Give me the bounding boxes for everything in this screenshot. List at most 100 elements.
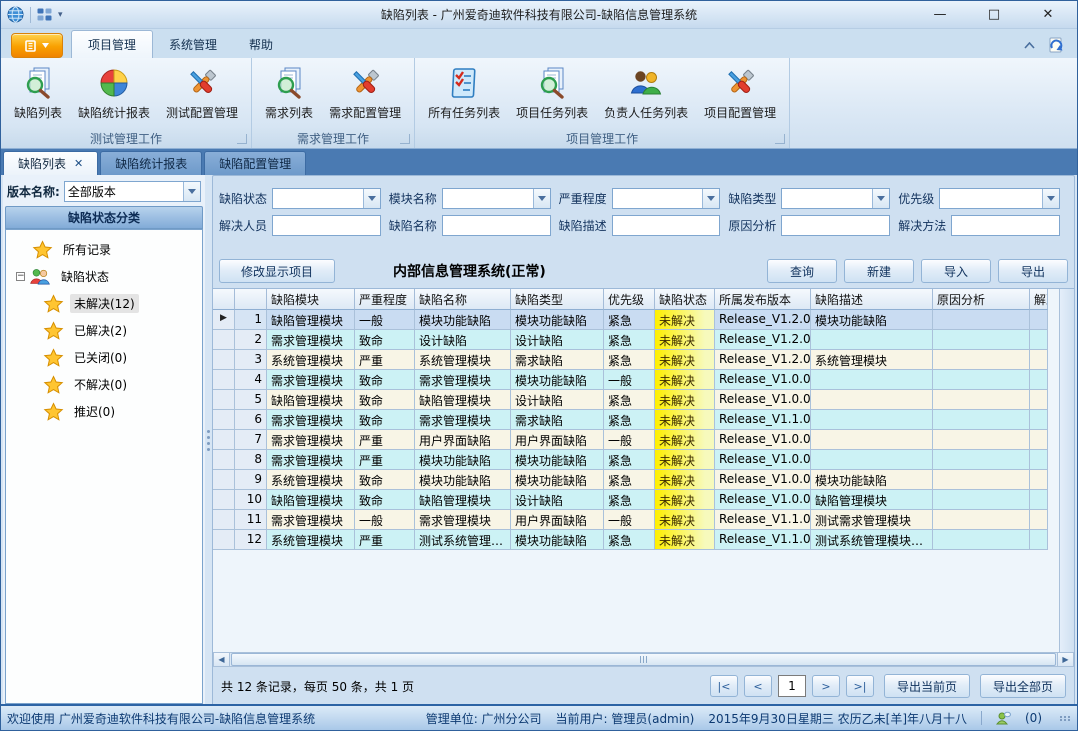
table-cell[interactable]: 用户界面缺陷	[511, 510, 604, 530]
table-cell[interactable]: 严重	[355, 450, 415, 470]
sidebar-splitter[interactable]	[205, 175, 212, 706]
table-cell[interactable]	[811, 330, 933, 350]
column-header[interactable]: 缺陷描述	[811, 289, 933, 310]
table-cell[interactable]: 严重	[355, 530, 415, 550]
table-cell[interactable]: 需求管理模块	[267, 370, 355, 390]
table-cell[interactable]: 系统管理模块	[267, 530, 355, 550]
tree-item[interactable]: 所有记录	[16, 236, 202, 263]
table-cell[interactable]: 设计缺陷	[415, 330, 511, 350]
table-cell[interactable]: 测试系统管理…	[415, 530, 511, 550]
table-cell[interactable]	[1030, 370, 1048, 390]
new-button[interactable]: 新建	[844, 259, 914, 283]
table-cell[interactable]: 一般	[604, 510, 655, 530]
table-cell[interactable]: 模块功能缺陷	[511, 470, 604, 490]
table-cell[interactable]: Release_V1.0.0	[715, 370, 811, 390]
filter-combobox[interactable]	[939, 188, 1060, 209]
export-button[interactable]: 导出	[998, 259, 1068, 283]
vertical-scrollbar[interactable]	[1059, 289, 1074, 652]
export-all-pages-button[interactable]: 导出全部页	[980, 674, 1066, 698]
table-cell[interactable]: 测试系统管理模块…	[811, 530, 933, 550]
ribbon-tab-1[interactable]: 项目管理	[71, 30, 153, 58]
table-cell[interactable]	[1030, 350, 1048, 370]
column-header[interactable]: 原因分析	[933, 289, 1030, 310]
table-cell[interactable]: 模块功能缺陷	[511, 450, 604, 470]
table-cell[interactable]: 致命	[355, 410, 415, 430]
column-header[interactable]: 缺陷状态	[655, 289, 715, 310]
table-row[interactable]: 2需求管理模块致命设计缺陷设计缺陷紧急未解决Release_V1.2.0	[213, 330, 1069, 350]
column-header[interactable]: 严重程度	[355, 289, 415, 310]
table-cell[interactable]: Release_V1.0.0	[715, 490, 811, 510]
table-cell[interactable]: 需求缺陷	[511, 350, 604, 370]
tree-expander-icon[interactable]: −	[16, 272, 25, 281]
table-cell[interactable]: 未解决	[655, 310, 715, 330]
table-cell[interactable]: 缺陷管理模块	[415, 390, 511, 410]
table-cell[interactable]	[933, 330, 1030, 350]
table-cell[interactable]: Release_V1.1.0	[715, 510, 811, 530]
filter-field-input[interactable]	[952, 216, 1059, 235]
table-cell[interactable]: 紧急	[604, 310, 655, 330]
column-header[interactable]: 所属发布版本	[715, 289, 811, 310]
table-cell[interactable]: 需求管理模块	[267, 510, 355, 530]
tree-item[interactable]: 推迟(0)	[42, 398, 202, 425]
messages-person-icon[interactable]	[996, 711, 1011, 726]
table-cell[interactable]: 用户界面缺陷	[511, 430, 604, 450]
table-cell[interactable]: 缺陷管理模块	[415, 490, 511, 510]
table-cell[interactable]	[1030, 510, 1048, 530]
column-header[interactable]: 缺陷类型	[511, 289, 604, 310]
table-cell[interactable]	[811, 430, 933, 450]
filter-field-input[interactable]	[613, 216, 720, 235]
table-cell[interactable]: 设计缺陷	[511, 330, 604, 350]
table-row[interactable]: 7需求管理模块严重用户界面缺陷用户界面缺陷一般未解决Release_V1.0.0	[213, 430, 1069, 450]
page-number-input[interactable]: 1	[778, 675, 806, 697]
filter-field-input[interactable]	[443, 216, 550, 235]
horizontal-scrollbar[interactable]: ◀ ▶	[213, 652, 1074, 667]
export-current-page-button[interactable]: 导出当前页	[884, 674, 970, 698]
prev-page-button[interactable]: <	[744, 675, 772, 697]
table-cell[interactable]	[933, 530, 1030, 550]
column-header[interactable]: 缺陷模块	[267, 289, 355, 310]
table-cell[interactable]: 致命	[355, 490, 415, 510]
table-cell[interactable]: 未解决	[655, 370, 715, 390]
table-cell[interactable]: 需求管理模块	[415, 370, 511, 390]
scrollbar-thumb[interactable]	[231, 653, 1056, 666]
chevron-down-icon[interactable]	[872, 189, 889, 208]
table-cell[interactable]	[933, 450, 1030, 470]
first-page-button[interactable]: |<	[710, 675, 738, 697]
table-cell[interactable]: 设计缺陷	[511, 390, 604, 410]
filter-combobox[interactable]	[442, 188, 551, 209]
filter-input[interactable]	[781, 215, 890, 236]
globe-icon[interactable]	[7, 6, 24, 23]
table-cell[interactable]: 缺陷管理模块	[267, 310, 355, 330]
table-cell[interactable]: 需求管理模块	[415, 410, 511, 430]
table-cell[interactable]	[811, 410, 933, 430]
table-cell[interactable]	[1030, 470, 1048, 490]
tree-item[interactable]: 已关闭(0)	[42, 344, 202, 371]
filter-input[interactable]	[951, 215, 1060, 236]
filter-combobox[interactable]	[612, 188, 721, 209]
table-cell[interactable]: 致命	[355, 470, 415, 490]
ribbon-tab-3[interactable]: 帮助	[233, 31, 289, 58]
table-cell[interactable]	[1030, 450, 1048, 470]
chevron-down-icon[interactable]	[533, 189, 550, 208]
table-cell[interactable]: 系统管理模块	[811, 350, 933, 370]
table-row[interactable]: 9系统管理模块致命模块功能缺陷模块功能缺陷紧急未解决Release_V1.0.0…	[213, 470, 1069, 490]
table-cell[interactable]: 紧急	[604, 350, 655, 370]
table-cell[interactable]	[1030, 390, 1048, 410]
ribbon-button[interactable]: 缺陷列表	[7, 62, 69, 124]
table-cell[interactable]: 模块功能缺陷	[511, 530, 604, 550]
table-cell[interactable]: 需求缺陷	[511, 410, 604, 430]
table-cell[interactable]: 未解决	[655, 510, 715, 530]
table-cell[interactable]: 致命	[355, 390, 415, 410]
table-cell[interactable]: 未解决	[655, 490, 715, 510]
table-row[interactable]: 5缺陷管理模块致命缺陷管理模块设计缺陷紧急未解决Release_V1.0.0	[213, 390, 1069, 410]
scroll-left-arrow-icon[interactable]: ◀	[214, 653, 230, 666]
table-cell[interactable]: 致命	[355, 370, 415, 390]
last-page-button[interactable]: >|	[846, 675, 874, 697]
table-cell[interactable]: 系统管理模块	[267, 470, 355, 490]
table-cell[interactable]: 需求管理模块	[267, 450, 355, 470]
table-cell[interactable]: 需求管理模块	[415, 510, 511, 530]
chevron-down-icon[interactable]	[702, 189, 719, 208]
version-combobox-input[interactable]	[65, 182, 183, 201]
column-header[interactable]: 解决方法	[1030, 289, 1048, 310]
chevron-down-icon[interactable]	[1042, 189, 1059, 208]
